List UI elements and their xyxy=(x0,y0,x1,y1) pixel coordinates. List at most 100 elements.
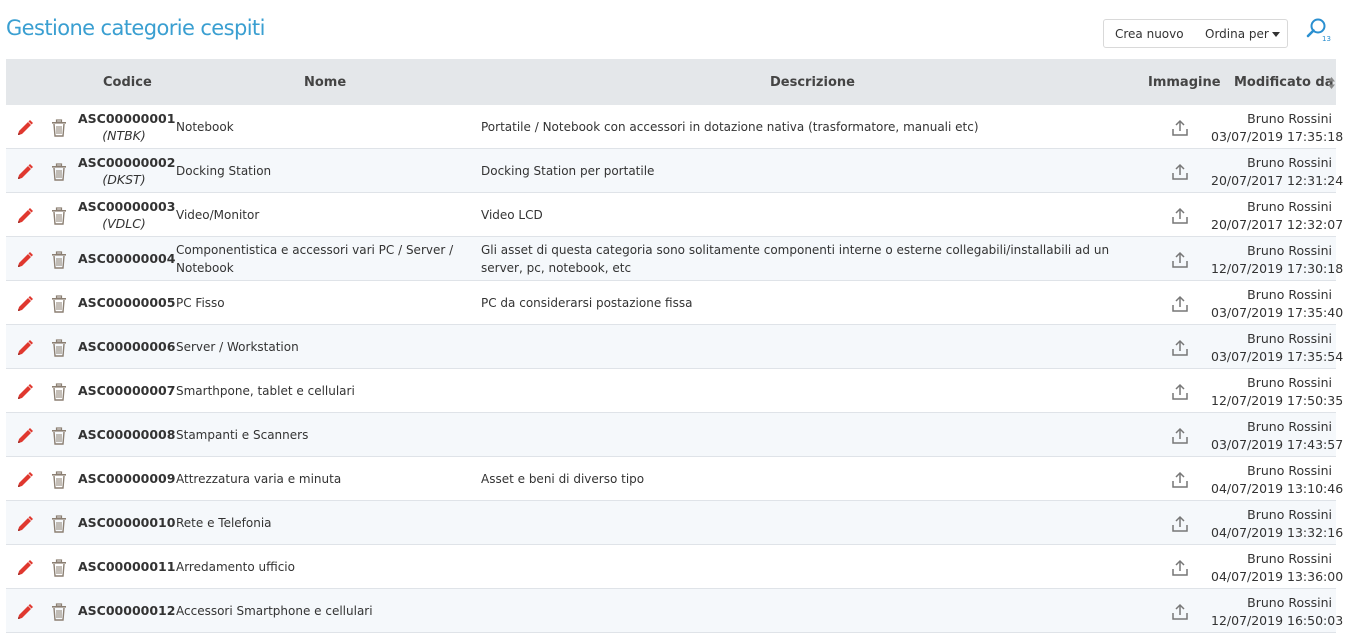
pencil-icon xyxy=(16,164,34,184)
search-button[interactable]: 13 xyxy=(1306,17,1334,45)
create-new-button[interactable]: Crea nuovo xyxy=(1115,20,1184,47)
upload-image-button[interactable] xyxy=(1171,251,1189,269)
table-row[interactable]: ASC00000012 Accessori Smartphone e cellul… xyxy=(6,589,1343,633)
table-row[interactable]: ASC00000007 Smarthpone, tablet e cellular… xyxy=(6,369,1343,413)
table-row[interactable]: ASC00000008 Stampanti e Scanners Bruno Ros… xyxy=(6,413,1344,457)
upload-image-button[interactable] xyxy=(1171,207,1189,225)
delete-button[interactable] xyxy=(51,603,67,621)
modified-date: 04/07/2019 13:36:00 xyxy=(1211,569,1344,584)
trash-icon xyxy=(51,559,67,580)
modified-by-user: Bruno Rossini xyxy=(1247,595,1332,610)
upload-image-button[interactable] xyxy=(1171,603,1189,621)
table-row[interactable]: ASC00000005 PC Fisso PC da considerarsi po… xyxy=(6,281,1344,325)
code-cell: ASC00000002 (DKST) xyxy=(78,154,175,188)
modified-date: 20/07/2017 12:32:07 xyxy=(1211,217,1344,232)
pencil-icon xyxy=(16,120,34,140)
edit-button[interactable] xyxy=(16,251,34,269)
delete-button[interactable] xyxy=(51,515,67,533)
categories-table: Codice Nome Descrizione Immagine Modific… xyxy=(6,59,1344,633)
trash-icon xyxy=(51,163,67,184)
table-row[interactable]: ASC00000006 Server / Workstation Bruno Ros… xyxy=(6,325,1343,369)
table-row[interactable]: ASC00000002 (DKST) Docking Station Docking … xyxy=(6,149,1343,193)
modified-date: 03/07/2019 17:35:40 xyxy=(1211,305,1344,320)
category-code: ASC00000003 xyxy=(78,199,176,214)
delete-button[interactable] xyxy=(51,427,67,445)
category-description: Video LCD xyxy=(481,208,543,222)
table-row[interactable]: ASC00000010 Rete e Telefonia Bruno Rossini… xyxy=(6,501,1343,545)
delete-button[interactable] xyxy=(51,339,67,357)
chevron-down-icon xyxy=(1271,32,1280,37)
svg-text:13: 13 xyxy=(1322,35,1331,43)
column-header-descrizione[interactable]: Descrizione xyxy=(770,59,855,105)
delete-button[interactable] xyxy=(51,207,67,225)
category-description: Docking Station per portatile xyxy=(481,164,655,178)
modified-by-cell: Bruno Rossini 12/07/2019 17:30:18 xyxy=(1211,242,1343,278)
edit-button[interactable] xyxy=(16,207,34,225)
edit-button[interactable] xyxy=(16,163,34,181)
column-header-modificato-da[interactable]: Modificato da xyxy=(1234,59,1334,105)
upload-image-button[interactable] xyxy=(1171,119,1189,137)
table-row[interactable]: ASC00000001 (NTBK) Notebook Portatile / Not… xyxy=(6,105,1344,149)
upload-image-button[interactable] xyxy=(1171,383,1189,401)
upload-image-button[interactable] xyxy=(1171,163,1189,181)
upload-image-button[interactable] xyxy=(1171,295,1189,313)
edit-button[interactable] xyxy=(16,119,34,137)
edit-button[interactable] xyxy=(16,295,34,313)
upload-icon xyxy=(1171,471,1189,492)
trash-icon xyxy=(51,339,67,360)
trash-icon xyxy=(51,295,67,316)
modified-date: 03/07/2019 17:35:18 xyxy=(1211,129,1344,144)
upload-image-button[interactable] xyxy=(1171,559,1189,577)
toolbar: Crea nuovo Ordina per xyxy=(1103,19,1288,48)
upload-image-button[interactable] xyxy=(1171,471,1189,489)
category-name: Attrezzatura varia e minuta xyxy=(176,472,342,486)
code-cell: ASC00000001 (NTBK) xyxy=(78,110,175,144)
category-name: Componentistica e accessori vari PC / Se… xyxy=(176,243,454,275)
modified-by-cell: Bruno Rossini 04/07/2019 13:36:00 xyxy=(1211,550,1344,586)
edit-button[interactable] xyxy=(16,383,34,401)
delete-button[interactable] xyxy=(51,295,67,313)
edit-button[interactable] xyxy=(16,471,34,489)
modified-by-cell: Bruno Rossini 20/07/2017 12:31:24 xyxy=(1211,154,1343,190)
edit-button[interactable] xyxy=(16,515,34,533)
table-row[interactable]: ASC00000009 Attrezzatura varia e minuta As… xyxy=(6,457,1343,501)
code-cell: ASC00000005 xyxy=(78,294,175,311)
order-by-dropdown[interactable]: Ordina per xyxy=(1205,20,1280,47)
column-header-codice[interactable]: Codice xyxy=(103,59,152,105)
table-row[interactable]: ASC00000003 (VDLC) Video/Monitor Video LCD B… xyxy=(6,193,1344,237)
modified-by-cell: Bruno Rossini 03/07/2019 17:35:18 xyxy=(1211,110,1344,146)
delete-button[interactable] xyxy=(51,119,67,137)
delete-button[interactable] xyxy=(51,559,67,577)
delete-button[interactable] xyxy=(51,251,67,269)
upload-image-button[interactable] xyxy=(1171,339,1189,357)
delete-button[interactable] xyxy=(51,383,67,401)
category-code: ASC00000008 xyxy=(78,427,176,442)
code-cell: ASC00000004 xyxy=(78,250,175,267)
edit-button[interactable] xyxy=(16,559,34,577)
edit-button[interactable] xyxy=(16,339,34,357)
modified-by-user: Bruno Rossini xyxy=(1247,551,1332,566)
upload-icon xyxy=(1171,119,1189,140)
edit-button[interactable] xyxy=(16,603,34,621)
table-header: Codice Nome Descrizione Immagine Modific… xyxy=(6,59,1336,105)
sort-icon[interactable] xyxy=(1327,76,1336,90)
code-cell: ASC00000006 xyxy=(78,338,175,355)
table-row[interactable]: ASC00000004 Componentistica e accessori v… xyxy=(6,237,1343,281)
category-name: Notebook xyxy=(176,120,234,134)
trash-icon xyxy=(51,383,67,404)
column-header-nome[interactable]: Nome xyxy=(304,59,346,105)
modified-by-cell: Bruno Rossini 04/07/2019 13:32:16 xyxy=(1211,506,1343,542)
column-header-immagine: Immagine xyxy=(1148,75,1221,90)
edit-button[interactable] xyxy=(16,427,34,445)
upload-image-button[interactable] xyxy=(1171,515,1189,533)
delete-button[interactable] xyxy=(51,471,67,489)
upload-image-button[interactable] xyxy=(1171,427,1189,445)
page-title: Gestione categorie cespiti xyxy=(6,16,265,40)
modified-date: 03/07/2019 17:43:57 xyxy=(1211,437,1344,452)
category-name: Stampanti e Scanners xyxy=(176,428,309,442)
table-body: ASC00000001 (NTBK) Notebook Portatile / Not… xyxy=(6,105,1344,633)
table-row[interactable]: ASC00000011 Arredamento ufficio Bruno Ross… xyxy=(6,545,1344,589)
pencil-icon xyxy=(16,604,34,624)
delete-button[interactable] xyxy=(51,163,67,181)
category-description: Asset e beni di diverso tipo xyxy=(481,472,645,486)
